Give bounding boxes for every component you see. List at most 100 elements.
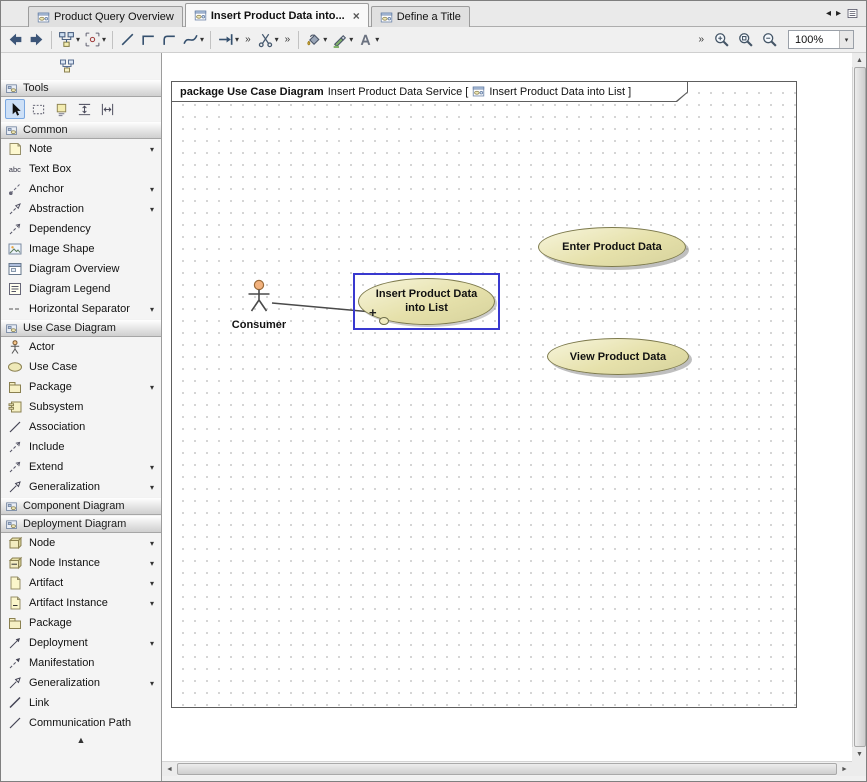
- dropdown-arrow-icon[interactable]: ▾: [323, 35, 327, 44]
- palette-item-generalization[interactable]: Generalization▾: [1, 477, 161, 497]
- tool-pointer[interactable]: [5, 99, 25, 119]
- rounded-path-button[interactable]: [159, 29, 180, 51]
- tab-product-query-overview[interactable]: Product Query Overview: [28, 6, 183, 27]
- zoom-in-button[interactable]: [711, 29, 732, 51]
- vertical-scroll-thumb[interactable]: [854, 67, 866, 747]
- palette-item-horizontal-separator[interactable]: Horizontal Separator▾: [1, 299, 161, 319]
- dropdown-arrow-icon[interactable]: ▾: [349, 35, 353, 44]
- dropdown-arrow-icon[interactable]: ▾: [150, 679, 154, 688]
- dropdown-arrow-icon[interactable]: ▾: [150, 305, 154, 314]
- palette-section-common[interactable]: Common: [1, 121, 161, 139]
- tool-marquee[interactable]: [28, 99, 48, 119]
- dropdown-arrow-icon[interactable]: ▾: [150, 539, 154, 548]
- dropdown-arrow-icon[interactable]: ▾: [150, 145, 154, 154]
- usecase-enter-product-data[interactable]: Enter Product Data: [538, 227, 686, 267]
- palette-item-package[interactable]: Package: [1, 613, 161, 633]
- palette-section-deployment-diagram[interactable]: Deployment Diagram: [1, 515, 161, 533]
- structure-button[interactable]: [56, 56, 78, 76]
- palette-item-association[interactable]: Association: [1, 417, 161, 437]
- palette-item-include[interactable]: Include: [1, 437, 161, 457]
- palette-item-manifestation[interactable]: Manifestation: [1, 653, 161, 673]
- dropdown-arrow-icon[interactable]: ▾: [150, 185, 154, 194]
- palette-item-communication-path[interactable]: Communication Path: [1, 713, 161, 733]
- palette-section-tools[interactable]: Tools: [1, 79, 161, 97]
- zoom-out-button[interactable]: [759, 29, 780, 51]
- palette-item-extend[interactable]: Extend▾: [1, 457, 161, 477]
- dropdown-arrow-icon[interactable]: ▾: [150, 599, 154, 608]
- usecase-selection-box[interactable]: Insert Product Data into List +: [353, 273, 500, 330]
- dropdown-arrow-icon[interactable]: ▾: [150, 559, 154, 568]
- scroll-up-icon[interactable]: ▲: [852, 53, 867, 67]
- dropdown-arrow-icon[interactable]: ▾: [150, 463, 154, 472]
- dropdown-arrow-icon[interactable]: ▾: [150, 483, 154, 492]
- palette-item-artifact[interactable]: Artifact▾: [1, 573, 161, 593]
- palette-item-diagram-legend[interactable]: Diagram Legend: [1, 279, 161, 299]
- palette-item-image-shape[interactable]: Image Shape: [1, 239, 161, 259]
- horizontal-scrollbar[interactable]: ◄ ►: [162, 761, 852, 776]
- zoom-combobox[interactable]: 100% ▾: [788, 30, 854, 49]
- horizontal-scroll-thumb[interactable]: [177, 763, 837, 775]
- preferred-path-button[interactable]: ▾: [215, 29, 241, 51]
- tab-scroll-left-icon[interactable]: ◂: [826, 8, 831, 19]
- palette-section-component-diagram[interactable]: Component Diagram: [1, 497, 161, 515]
- dropdown-arrow-icon[interactable]: ▾: [150, 579, 154, 588]
- usecase-view-product-data[interactable]: View Product Data: [547, 338, 689, 375]
- zoom-original-button[interactable]: [735, 29, 756, 51]
- tool-sticky[interactable]: [51, 99, 71, 119]
- palette-item-dependency[interactable]: Dependency: [1, 219, 161, 239]
- tab-define-a-title[interactable]: Define a Title: [371, 6, 470, 27]
- palette-item-use-case[interactable]: Use Case: [1, 357, 161, 377]
- tool-distribute-vertical[interactable]: [74, 99, 94, 119]
- palette-item-artifact-instance[interactable]: Artifact Instance▾: [1, 593, 161, 613]
- bezier-path-button[interactable]: ▾: [180, 29, 206, 51]
- tab-close-icon[interactable]: ×: [353, 10, 360, 22]
- dropdown-arrow-icon[interactable]: ▾: [102, 35, 106, 44]
- font-color-button[interactable]: ▾: [355, 29, 381, 51]
- palette-item-subsystem[interactable]: Subsystem: [1, 397, 161, 417]
- back-button[interactable]: [5, 29, 26, 51]
- usecase-insert-product-data[interactable]: Insert Product Data into List: [358, 278, 495, 325]
- dropdown-arrow-icon[interactable]: ▾: [150, 205, 154, 214]
- palette-scroll-up-icon[interactable]: ▲: [1, 735, 161, 745]
- palette-item-text-box[interactable]: abcText Box: [1, 159, 161, 179]
- edit-overflow-button[interactable]: »: [285, 34, 291, 45]
- line-color-button[interactable]: ▾: [329, 29, 355, 51]
- handle-plus-icon[interactable]: +: [369, 306, 377, 319]
- fill-color-button[interactable]: ▾: [303, 29, 329, 51]
- palette-item-anchor[interactable]: Anchor▾: [1, 179, 161, 199]
- tool-distribute-horizontal[interactable]: [97, 99, 117, 119]
- palette-item-link[interactable]: Link: [1, 693, 161, 713]
- tab-list-icon[interactable]: [846, 7, 859, 20]
- palette-item-node[interactable]: Node▾: [1, 533, 161, 553]
- palette-item-generalization[interactable]: Generalization▾: [1, 673, 161, 693]
- palette-item-note[interactable]: Note▾: [1, 139, 161, 159]
- palette-item-package[interactable]: Package▾: [1, 377, 161, 397]
- scroll-down-icon[interactable]: ▼: [852, 747, 867, 761]
- palette-item-diagram-overview[interactable]: Diagram Overview: [1, 259, 161, 279]
- diagram-canvas[interactable]: package Use Case Diagram Insert Product …: [162, 53, 852, 761]
- dropdown-arrow-icon[interactable]: ▾: [76, 35, 80, 44]
- palette-item-deployment[interactable]: Deployment▾: [1, 633, 161, 653]
- tab-insert-product-data-into[interactable]: Insert Product Data into...×: [185, 3, 369, 27]
- grid-options-button[interactable]: ▾: [82, 29, 108, 51]
- tab-scroll-right-icon[interactable]: ▸: [836, 8, 841, 19]
- oblique-path-button[interactable]: [117, 29, 138, 51]
- rectilinear-path-button[interactable]: [138, 29, 159, 51]
- dropdown-arrow-icon[interactable]: ▾: [150, 639, 154, 648]
- dropdown-arrow-icon[interactable]: ▾: [200, 35, 204, 44]
- dropdown-arrow-icon[interactable]: ▾: [275, 35, 279, 44]
- zoom-dropdown-icon[interactable]: ▾: [839, 31, 853, 48]
- cut-button[interactable]: ▾: [255, 29, 281, 51]
- palette-item-node-instance[interactable]: Node Instance▾: [1, 553, 161, 573]
- dropdown-arrow-icon[interactable]: ▾: [150, 383, 154, 392]
- handle-ellipse-icon[interactable]: [379, 317, 389, 325]
- forward-button[interactable]: [26, 29, 47, 51]
- paths-overflow-button[interactable]: »: [245, 34, 251, 45]
- diagram-layout-button[interactable]: ▾: [56, 29, 82, 51]
- vertical-scrollbar[interactable]: ▲ ▼: [852, 53, 866, 761]
- dropdown-arrow-icon[interactable]: ▾: [375, 35, 379, 44]
- palette-item-actor[interactable]: Actor: [1, 337, 161, 357]
- scroll-right-icon[interactable]: ►: [837, 762, 852, 776]
- palette-item-abstraction[interactable]: Abstraction▾: [1, 199, 161, 219]
- scroll-left-icon[interactable]: ◄: [162, 762, 177, 776]
